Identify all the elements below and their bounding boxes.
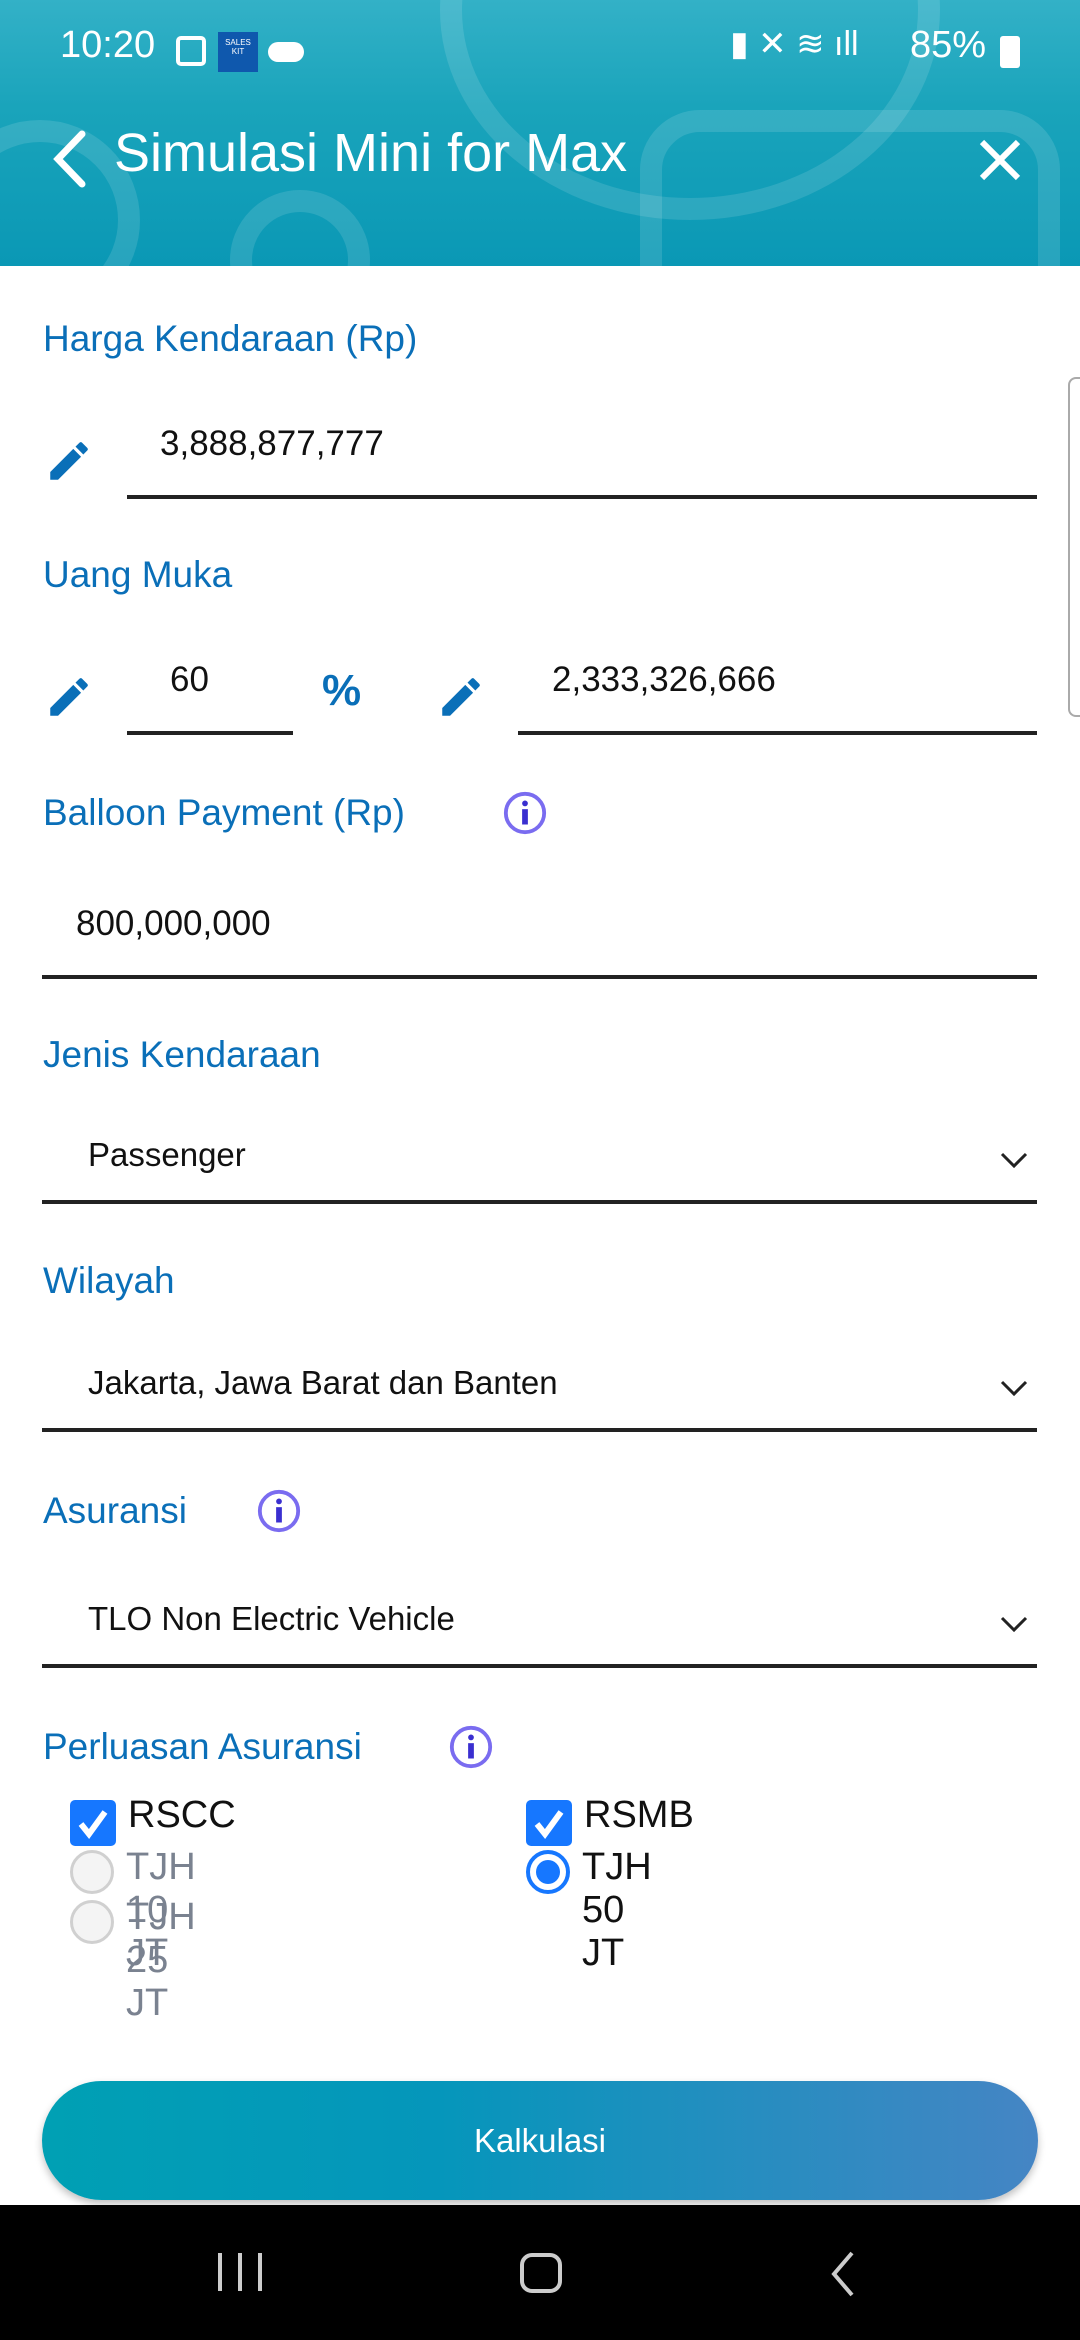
gallery-icon [176, 36, 206, 66]
uang-muka-label: Uang Muka [43, 554, 233, 595]
page-title: Simulasi Mini for Max [114, 123, 628, 183]
jenis-dropdown[interactable]: Passenger [42, 1110, 1037, 1202]
divider [42, 1664, 1037, 1668]
pencil-icon[interactable] [436, 672, 486, 722]
tjh25-label: TJH 25 JT [126, 1896, 196, 2024]
info-icon[interactable] [256, 1488, 302, 1534]
wilayah-label: Wilayah [43, 1260, 175, 1301]
amount-underline [518, 731, 1037, 735]
kalkulasi-label: Kalkulasi [473, 2121, 607, 2159]
chevron-down-icon [1000, 1152, 1028, 1169]
radio-icon [70, 1900, 114, 1944]
info-icon[interactable] [448, 1724, 494, 1770]
info-icon[interactable] [502, 790, 548, 836]
kalkulasi-button[interactable]: Kalkulasi [42, 2081, 1038, 2200]
sales-kit-icon: SALES KIT [218, 32, 258, 72]
back-icon[interactable] [50, 130, 90, 188]
divider [42, 1428, 1037, 1432]
harga-input[interactable]: 3,888,877,777 [160, 424, 384, 464]
jenis-value: Passenger [88, 1136, 246, 1173]
status-time: 10:20 [60, 24, 156, 66]
tjh50-label: TJH 50 JT [582, 1846, 652, 1974]
harga-underline [127, 495, 1037, 499]
radio-selected-icon [526, 1850, 570, 1894]
recent-apps-icon[interactable] [218, 2253, 262, 2291]
chevron-down-icon [1000, 1616, 1028, 1633]
home-icon[interactable] [520, 2253, 562, 2293]
pencil-icon[interactable] [44, 436, 94, 486]
asuransi-value: TLO Non Electric Vehicle [88, 1600, 455, 1637]
percent-symbol: % [322, 666, 362, 715]
uang-muka-amount-input[interactable]: 2,333,326,666 [552, 660, 776, 700]
scrollbar[interactable] [1068, 377, 1080, 717]
chevron-down-icon [1000, 1380, 1028, 1397]
rsmb-label: RSMB [584, 1794, 694, 1836]
jenis-label: Jenis Kendaraan [43, 1034, 321, 1075]
radio-icon [70, 1850, 114, 1894]
status-icons: ▮ ✕ ≋ ıll [730, 25, 859, 63]
asuransi-dropdown[interactable]: TLO Non Electric Vehicle [42, 1574, 1037, 1666]
wilayah-dropdown[interactable]: Jakarta, Jawa Barat dan Banten [42, 1338, 1037, 1430]
app-header: 10:20 SALES KIT ▮ ✕ ≋ ıll 85% Simulasi M… [0, 0, 1080, 266]
rscc-label: RSCC [128, 1794, 236, 1836]
battery-percent: 85% [910, 24, 987, 66]
harga-label: Harga Kendaraan (Rp) [43, 318, 418, 359]
checkbox-checked-icon [70, 1800, 116, 1846]
back-nav-icon[interactable] [828, 2249, 858, 2299]
asuransi-label: Asuransi [43, 1490, 187, 1531]
wilayah-value: Jakarta, Jawa Barat dan Banten [88, 1364, 558, 1401]
pencil-icon[interactable] [44, 672, 94, 722]
perluasan-label: Perluasan Asuransi [43, 1726, 362, 1767]
checkbox-checked-icon [526, 1800, 572, 1846]
system-nav-bar [0, 2205, 1080, 2340]
divider [42, 1200, 1037, 1204]
uang-muka-percent-input[interactable]: 60 [170, 660, 209, 700]
balloon-underline [42, 975, 1037, 979]
balloon-input[interactable]: 800,000,000 [76, 904, 271, 944]
cloud-icon [268, 42, 304, 62]
balloon-label: Balloon Payment (Rp) [43, 792, 405, 833]
percent-underline [127, 731, 293, 735]
close-icon[interactable] [978, 138, 1022, 182]
battery-icon [1000, 36, 1020, 68]
